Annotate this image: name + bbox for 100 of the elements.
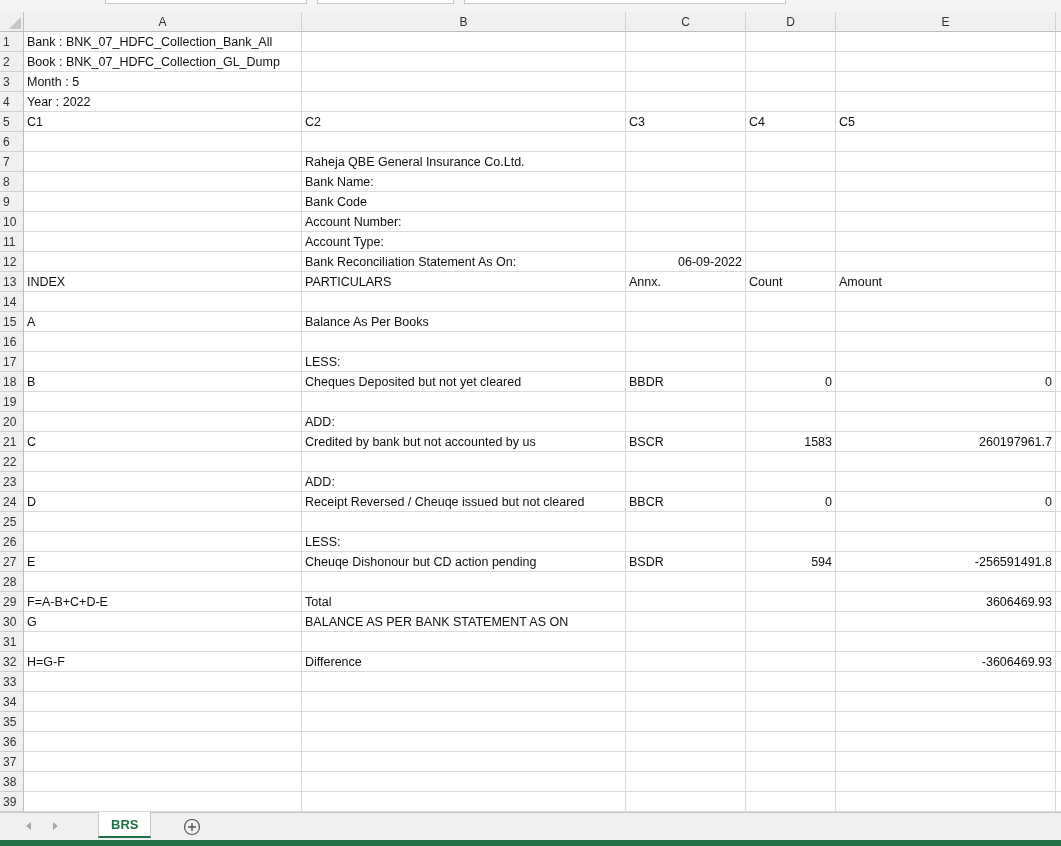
- table-cell: BBDR: [626, 372, 746, 392]
- table-cell: D: [24, 492, 302, 512]
- row-header[interactable]: 20: [0, 412, 24, 432]
- row-header[interactable]: 29: [0, 592, 24, 612]
- row-header[interactable]: 5: [0, 112, 24, 132]
- add-sheet-button[interactable]: [183, 818, 202, 836]
- row-header[interactable]: 18: [0, 372, 24, 392]
- row-header[interactable]: 4: [0, 92, 24, 112]
- table-cell: C4: [746, 112, 836, 132]
- table-cell: Receipt Reversed / Cheuqe issued but not cleared: [302, 492, 626, 512]
- row-header[interactable]: 23: [0, 472, 24, 492]
- column-header[interactable]: D: [746, 12, 836, 32]
- table-cell: Annx.: [626, 272, 746, 292]
- table-cell: ADD:: [302, 412, 626, 432]
- row-header[interactable]: 24: [0, 492, 24, 512]
- row-header[interactable]: 36: [0, 732, 24, 752]
- row-header[interactable]: 7: [0, 152, 24, 172]
- table-cell: Amount: [836, 272, 1056, 292]
- row-header[interactable]: 25: [0, 512, 24, 532]
- table-cell: -256591491.8: [836, 552, 1056, 572]
- table-cell: 0: [746, 492, 836, 512]
- table-cell: Year : 2022: [24, 92, 302, 112]
- table-cell: 594: [746, 552, 836, 572]
- table-cell: Account Number:: [302, 212, 626, 232]
- row-header[interactable]: 27: [0, 552, 24, 572]
- table-cell: E: [24, 552, 302, 572]
- table-cell: BALANCE AS PER BANK STATEMENT AS ON: [302, 612, 626, 632]
- row-header[interactable]: 32: [0, 652, 24, 672]
- table-cell: Book : BNK_07_HDFC_Collection_GL_Dump: [24, 52, 302, 72]
- table-cell: Total: [302, 592, 626, 612]
- row-header[interactable]: 15: [0, 312, 24, 332]
- row-header[interactable]: 34: [0, 692, 24, 712]
- table-cell: BSCR: [626, 432, 746, 452]
- table-cell: Cheques Deposited but not yet cleared: [302, 372, 626, 392]
- table-cell: Count: [746, 272, 836, 292]
- table-cell: 0: [836, 492, 1056, 512]
- row-header[interactable]: 31: [0, 632, 24, 652]
- row-header[interactable]: 35: [0, 712, 24, 732]
- row-header[interactable]: 12: [0, 252, 24, 272]
- row-header[interactable]: 13: [0, 272, 24, 292]
- row-header[interactable]: 14: [0, 292, 24, 312]
- table-cell: C2: [302, 112, 626, 132]
- select-all-icon[interactable]: [9, 17, 21, 29]
- table-cell: 260197961.7: [836, 432, 1056, 452]
- row-header[interactable]: 33: [0, 672, 24, 692]
- table-cell: Month : 5: [24, 72, 302, 92]
- sheet-tab[interactable]: BRS: [98, 812, 152, 838]
- table-cell: Bank : BNK_07_HDFC_Collection_Bank_All: [24, 32, 302, 52]
- row-header[interactable]: 30: [0, 612, 24, 632]
- table-cell: A: [24, 312, 302, 332]
- table-cell: LESS:: [302, 532, 626, 552]
- table-cell: H=G-F: [24, 652, 302, 672]
- table-cell: 0: [836, 372, 1056, 392]
- row-header[interactable]: 21: [0, 432, 24, 452]
- table-cell: Raheja QBE General Insurance Co.Ltd.: [302, 152, 626, 172]
- row-header[interactable]: 39: [0, 792, 24, 812]
- table-cell: 1583: [746, 432, 836, 452]
- table-cell: F=A-B+C+D-E: [24, 592, 302, 612]
- table-cell: INDEX: [24, 272, 302, 292]
- row-header[interactable]: 19: [0, 392, 24, 412]
- row-header[interactable]: 38: [0, 772, 24, 792]
- row-header[interactable]: 8: [0, 172, 24, 192]
- table-cell: Cheuqe Dishonour but CD action pending: [302, 552, 626, 572]
- column-header[interactable]: E: [836, 12, 1056, 32]
- table-cell: C: [24, 432, 302, 452]
- scroll-left-icon[interactable]: [26, 822, 32, 830]
- table-cell: C5: [836, 112, 1056, 132]
- table-cell: BSDR: [626, 552, 746, 572]
- table-cell: ADD:: [302, 472, 626, 492]
- row-header[interactable]: 2: [0, 52, 24, 72]
- row-header[interactable]: 3: [0, 72, 24, 92]
- table-cell: PARTICULARS: [302, 272, 626, 292]
- table-cell: BBCR: [626, 492, 746, 512]
- table-cell: Bank Name:: [302, 172, 626, 192]
- scroll-right-icon[interactable]: [52, 822, 58, 830]
- table-cell: C1: [24, 112, 302, 132]
- column-header[interactable]: C: [626, 12, 746, 32]
- table-cell: G: [24, 612, 302, 632]
- row-header[interactable]: 22: [0, 452, 24, 472]
- table-cell: Bank Code: [302, 192, 626, 212]
- row-header[interactable]: 26: [0, 532, 24, 552]
- table-cell: Difference: [302, 652, 626, 672]
- column-header[interactable]: A: [24, 12, 302, 32]
- row-header[interactable]: 6: [0, 132, 24, 152]
- table-cell: Credited by bank but not accounted by us: [302, 432, 626, 452]
- row-header[interactable]: 1: [0, 32, 24, 52]
- table-cell: LESS:: [302, 352, 626, 372]
- table-cell: -3606469.93: [836, 652, 1056, 672]
- row-header[interactable]: 28: [0, 572, 24, 592]
- table-cell: Balance As Per Books: [302, 312, 626, 332]
- row-header[interactable]: 10: [0, 212, 24, 232]
- column-header[interactable]: B: [302, 12, 626, 32]
- table-cell: Bank Reconciliation Statement As On:: [302, 252, 626, 272]
- row-header[interactable]: 16: [0, 332, 24, 352]
- row-header[interactable]: 11: [0, 232, 24, 252]
- row-header[interactable]: 17: [0, 352, 24, 372]
- table-cell: 0: [746, 372, 836, 392]
- table-cell: C3: [626, 112, 746, 132]
- row-header[interactable]: 37: [0, 752, 24, 772]
- row-header[interactable]: 9: [0, 192, 24, 212]
